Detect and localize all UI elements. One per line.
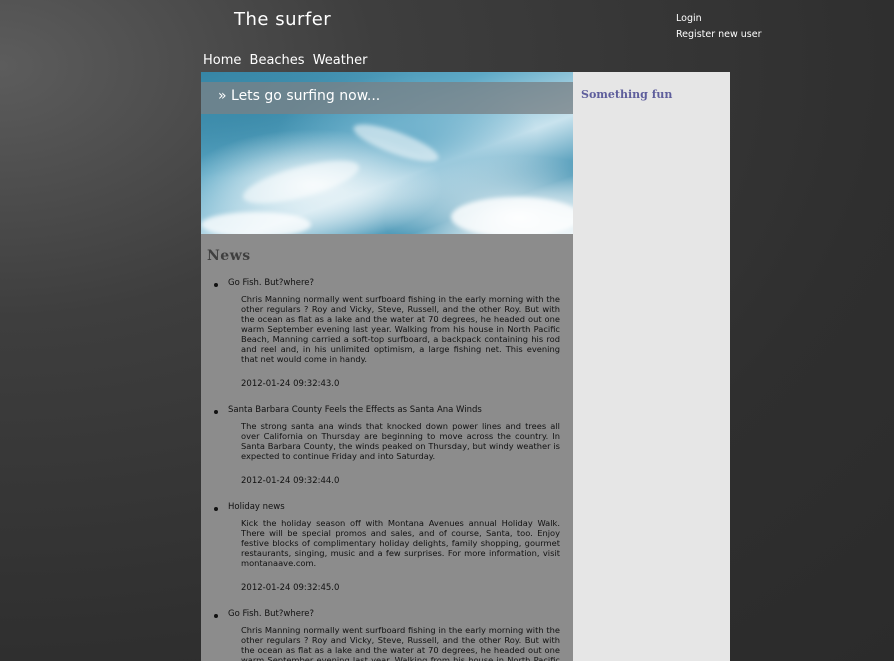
- news-list: Go Fish. But?where? Chris Manning normal…: [201, 277, 573, 661]
- banner-caption[interactable]: » Lets go surfing now...: [218, 88, 380, 104]
- login-link[interactable]: Login: [676, 11, 762, 27]
- nav-weather[interactable]: Weather: [313, 53, 368, 68]
- news-date: 2012-01-24 09:32:43.0: [241, 379, 340, 389]
- news-body: Chris Manning normally went surfboard fi…: [241, 625, 560, 661]
- bullet-icon: [214, 283, 218, 287]
- news-title[interactable]: Go Fish. But?where?: [228, 608, 573, 620]
- news-title[interactable]: Go Fish. But?where?: [228, 277, 573, 289]
- nav-beaches[interactable]: Beaches: [250, 53, 305, 68]
- news-title[interactable]: Holiday news: [228, 501, 573, 513]
- news-item: Santa Barbara County Feels the Effects a…: [201, 404, 573, 487]
- register-link[interactable]: Register new user: [676, 27, 762, 43]
- news-body: Chris Manning normally went surfboard fi…: [241, 294, 560, 364]
- sidebar-title: Something fun: [581, 88, 673, 101]
- main-column: » Lets go surfing now... News Go Fish. B…: [201, 72, 573, 661]
- bullet-icon: [214, 410, 218, 414]
- bullet-icon: [214, 507, 218, 511]
- main-nav: Home Beaches Weather: [203, 53, 371, 68]
- news-title[interactable]: Santa Barbara County Feels the Effects a…: [228, 404, 573, 416]
- news-heading: News: [207, 248, 251, 264]
- news-item: Holiday news Kick the holiday season off…: [201, 501, 573, 594]
- content-area: » Lets go surfing now... News Go Fish. B…: [201, 72, 730, 661]
- user-links: Login Register new user: [676, 11, 762, 43]
- news-date: 2012-01-24 09:32:45.0: [241, 583, 340, 593]
- banner-image: » Lets go surfing now...: [201, 72, 573, 234]
- bullet-icon: [214, 614, 218, 618]
- nav-home[interactable]: Home: [203, 53, 241, 68]
- news-body: The strong santa ana winds that knocked …: [241, 421, 560, 461]
- news-item: Go Fish. But?where? Chris Manning normal…: [201, 277, 573, 390]
- site-title: The surfer: [234, 9, 332, 30]
- news-date: 2012-01-24 09:32:44.0: [241, 476, 340, 486]
- news-body: Kick the holiday season off with Montana…: [241, 518, 560, 568]
- news-item: Go Fish. But?where? Chris Manning normal…: [201, 608, 573, 661]
